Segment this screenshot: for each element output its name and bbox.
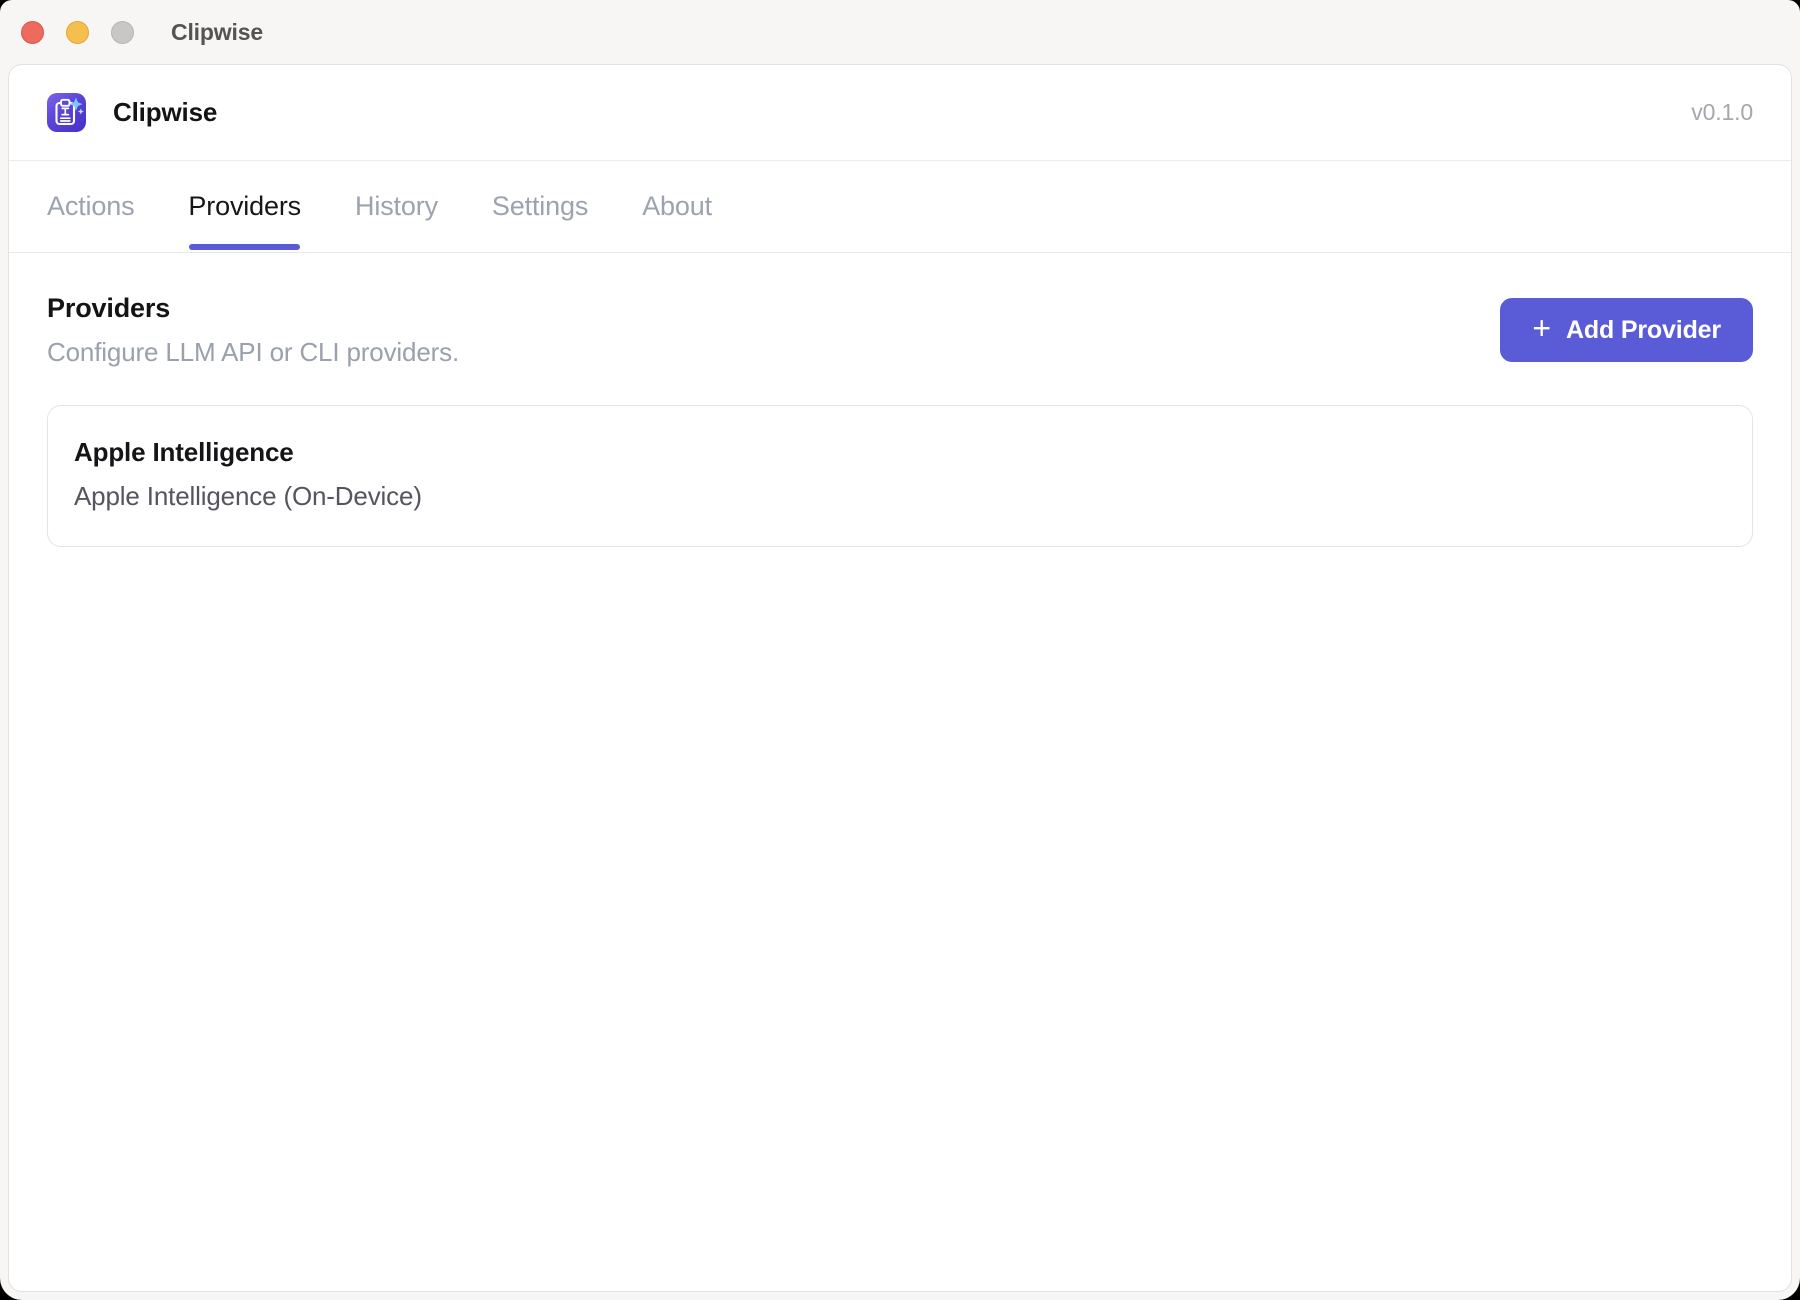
section-subtitle: Configure LLM API or CLI providers.	[47, 339, 459, 365]
zoom-button[interactable]	[111, 21, 134, 44]
section-header: Providers Configure LLM API or CLI provi…	[47, 295, 1753, 365]
titlebar[interactable]: Clipwise	[0, 0, 1800, 64]
window-title: Clipwise	[171, 19, 263, 46]
app-name: Clipwise	[113, 97, 217, 128]
app-icon	[47, 93, 86, 132]
tab-settings[interactable]: Settings	[492, 161, 588, 252]
minimize-button[interactable]	[66, 21, 89, 44]
app-window: Clipwise	[0, 0, 1800, 1300]
app-header: Clipwise v0.1.0	[9, 65, 1791, 161]
tab-actions[interactable]: Actions	[47, 161, 134, 252]
section-heading-group: Providers Configure LLM API or CLI provi…	[47, 295, 459, 365]
providers-content: Providers Configure LLM API or CLI provi…	[9, 253, 1791, 1291]
add-provider-button[interactable]: + Add Provider	[1500, 298, 1753, 362]
close-button[interactable]	[21, 21, 44, 44]
tab-history[interactable]: History	[355, 161, 438, 252]
clipboard-sparkle-icon	[47, 93, 86, 132]
tab-providers[interactable]: Providers	[188, 161, 301, 252]
plus-icon: +	[1532, 312, 1551, 344]
provider-name: Apple Intelligence	[74, 437, 1726, 468]
section-title: Providers	[47, 295, 459, 322]
provider-card[interactable]: Apple Intelligence Apple Intelligence (O…	[47, 405, 1753, 547]
window-controls	[21, 21, 134, 44]
main-panel: Clipwise v0.1.0 Actions Providers Histor…	[8, 64, 1792, 1292]
provider-description: Apple Intelligence (On-Device)	[74, 481, 1726, 512]
tab-bar: Actions Providers History Settings About	[9, 161, 1791, 253]
version-label: v0.1.0	[1691, 99, 1753, 126]
tab-about[interactable]: About	[642, 161, 712, 252]
add-provider-label: Add Provider	[1566, 316, 1721, 345]
